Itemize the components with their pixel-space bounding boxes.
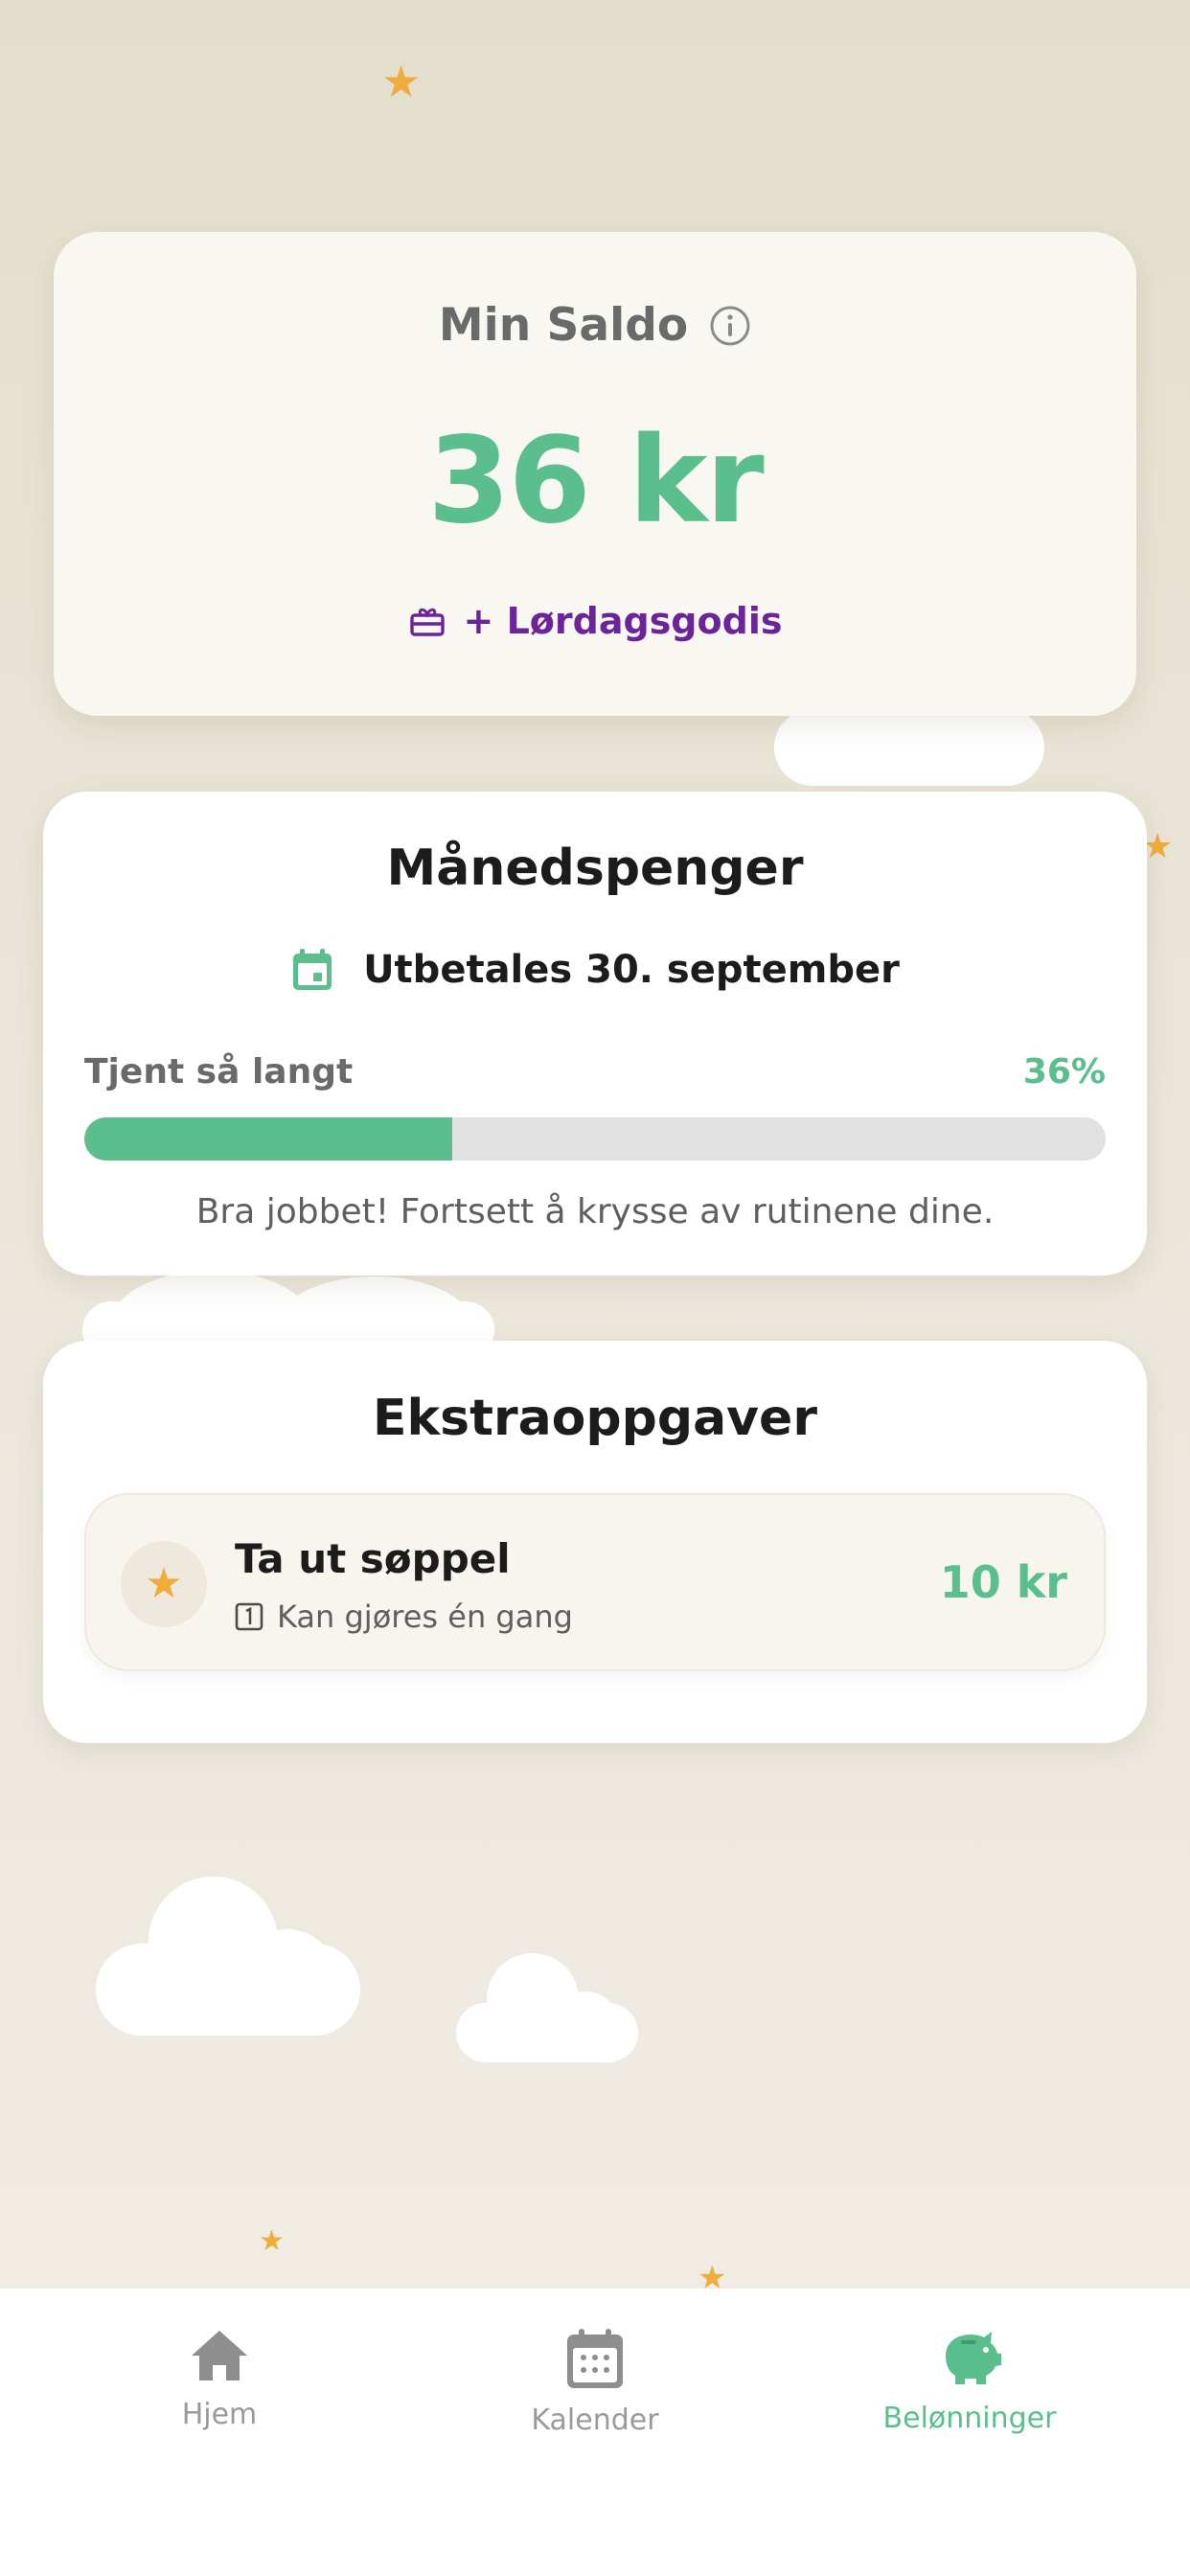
tab-home-label: Hjem	[181, 2398, 258, 2431]
payout-date: Utbetales 30. september	[363, 948, 900, 992]
decorative-cloud	[96, 1876, 360, 2036]
decorative-cloud	[82, 1263, 494, 1382]
task-title: Ta ut søppel	[235, 1535, 511, 1582]
allowance-title: Månedspenger	[386, 840, 804, 897]
piggy-bank-icon	[946, 2332, 1001, 2384]
task-item[interactable]: ★ Ta ut søppel Kan gjøres én gang 10 kr	[84, 1493, 1106, 1671]
earned-progress-fill	[84, 1117, 452, 1161]
payout-row: Utbetales 30. september	[0, 947, 1190, 993]
balance-amount: 36 kr	[427, 412, 764, 550]
task-subtitle: Kan gjøres én gang	[277, 1598, 573, 1635]
task-subtitle-row: Kan gjøres én gang	[235, 1598, 573, 1635]
calendar-icon	[293, 949, 332, 990]
task-star-badge: ★	[121, 1541, 207, 1627]
task-reward: 10 kr	[939, 1556, 1067, 1608]
tab-calendar-label: Kalender	[531, 2404, 659, 2437]
decorative-star-icon: ★	[259, 2224, 285, 2258]
earned-progress-bar	[84, 1117, 1106, 1161]
star-icon: ★	[145, 1559, 183, 1608]
earned-label: Tjent så langt	[84, 1052, 354, 1092]
decorative-star-icon: ★	[381, 56, 422, 107]
tab-rewards-label: Belønninger	[882, 2402, 1057, 2435]
tab-rewards[interactable]: Belønninger	[826, 2327, 1113, 2435]
bonus-row: + Lørdagsgodis	[0, 600, 1190, 642]
tab-home[interactable]: Hjem	[76, 2327, 363, 2431]
extra-tasks-title: Ekstraoppgaver	[373, 1390, 817, 1447]
tab-calendar[interactable]: Kalender	[451, 2327, 739, 2437]
info-icon[interactable]	[709, 305, 751, 347]
encouragement-text: Bra jobbet! Fortsett å krysse av rutinen…	[195, 1192, 995, 1231]
bottom-tab-bar: Hjem Kalender Belønninger	[0, 2288, 1190, 2576]
balance-title: Min Saldo	[438, 299, 689, 352]
calendar-icon	[567, 2329, 623, 2388]
one-time-icon	[235, 1602, 263, 1631]
earned-percent: 36%	[1022, 1052, 1106, 1092]
balance-header: Min Saldo	[0, 299, 1190, 352]
home-icon	[192, 2331, 247, 2380]
gift-icon	[409, 608, 445, 636]
decorative-cloud	[456, 1953, 638, 2062]
bonus-text: + Lørdagsgodis	[463, 600, 783, 642]
